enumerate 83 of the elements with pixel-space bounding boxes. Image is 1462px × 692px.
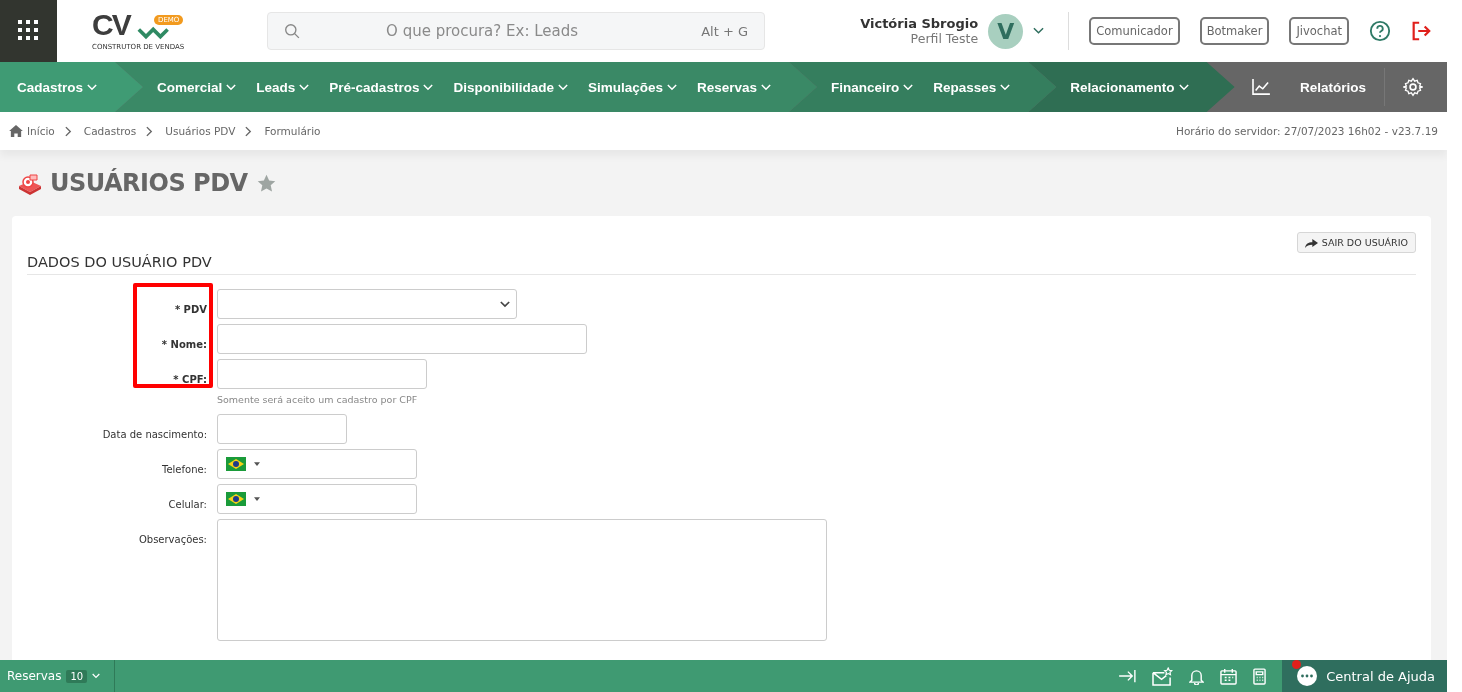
input-field[interactable] xyxy=(217,359,427,389)
chevron-down-icon xyxy=(761,83,771,91)
grid-icon xyxy=(16,19,41,43)
calendar-icon[interactable] xyxy=(1220,667,1238,685)
page-title: USUÁRIOS PDV xyxy=(50,169,248,197)
chevron-down-icon[interactable] xyxy=(1033,27,1045,35)
settings-icon[interactable] xyxy=(1403,77,1423,97)
chevron-down-icon xyxy=(666,83,677,91)
chevron-down-icon xyxy=(1000,83,1011,91)
chevron-down-icon xyxy=(903,83,914,91)
exit-user-button[interactable]: SAIR DO USUÁRIO xyxy=(1296,232,1416,253)
chevron-right-icon xyxy=(245,125,253,137)
nav-menu-item[interactable]: Repasses xyxy=(933,79,1011,95)
textarea-field[interactable] xyxy=(217,519,827,641)
nav-menu-item[interactable]: Reservas xyxy=(696,79,771,95)
user-name: Victória Sbrogio xyxy=(860,16,979,31)
nav-menu-item[interactable]: Relacionamento xyxy=(1070,79,1189,95)
search-field[interactable]: O que procura? Ex: Leads Alt + G xyxy=(267,12,765,50)
help-icon[interactable] xyxy=(1369,20,1391,42)
dropdown-triangle-icon xyxy=(254,462,260,466)
chevron-down-icon xyxy=(500,300,510,308)
chevron-right-icon xyxy=(146,125,154,137)
calculator-icon[interactable] xyxy=(1253,667,1267,685)
arrow-to-line-icon[interactable] xyxy=(1118,669,1137,683)
field-hint: Somente será aceito um cadastro por CPF xyxy=(217,394,419,405)
envelope-star-icon[interactable] xyxy=(1152,666,1174,686)
chevron-down-icon xyxy=(87,83,98,91)
logo-text: CV xyxy=(92,8,130,42)
chevron-right-icon xyxy=(64,125,72,137)
field-label: Telefone: xyxy=(162,464,207,475)
help-center-button[interactable]: Central de Ajuda xyxy=(1282,660,1447,692)
star-icon[interactable] xyxy=(255,172,277,194)
chevron-down-icon xyxy=(299,83,310,91)
field-label: Data de nascimento: xyxy=(102,429,207,440)
field-label: Celular: xyxy=(168,499,207,510)
chat-button[interactable]: Botmaker xyxy=(1199,17,1270,45)
chat-button[interactable]: Jivochat xyxy=(1289,17,1349,45)
field-label: * CPF: xyxy=(173,374,207,385)
chevron-down-icon xyxy=(92,673,101,679)
nav-menu-item[interactable]: Disponibilidade xyxy=(453,79,568,95)
chat-bubble-icon xyxy=(1296,665,1319,687)
nav-menu-item[interactable]: Comercial xyxy=(157,79,237,95)
reservations-menu[interactable]: Reservas 10 xyxy=(0,669,115,683)
target-box-icon xyxy=(18,171,42,195)
brazil-flag-icon xyxy=(226,457,246,471)
shortcut-hint: Alt + G xyxy=(701,23,748,39)
nav-menu-item[interactable]: Cadastros xyxy=(17,79,98,95)
phone-field[interactable] xyxy=(217,484,417,514)
search-icon xyxy=(284,22,301,40)
breadcrumb-link[interactable]: Usuários PDV xyxy=(165,125,236,137)
apps-menu-button[interactable] xyxy=(0,0,57,62)
brazil-flag-icon xyxy=(226,492,246,506)
breadcrumb-link[interactable]: Cadastros xyxy=(83,125,137,137)
chevron-down-icon xyxy=(226,83,237,91)
input-field[interactable] xyxy=(217,324,587,354)
select-field[interactable] xyxy=(217,289,517,319)
nav-menu-item[interactable]: Leads xyxy=(256,79,310,95)
user-avatar[interactable]: V xyxy=(988,13,1024,49)
dropdown-triangle-icon xyxy=(254,497,260,501)
field-label: Observações: xyxy=(138,534,207,545)
field-label: * Nome: xyxy=(161,339,207,350)
input-field[interactable] xyxy=(217,414,347,444)
nav-menu-item[interactable]: Simulações xyxy=(587,79,677,95)
count-badge: 10 xyxy=(66,669,88,683)
nav-menu-item[interactable]: Financeiro xyxy=(831,79,914,95)
chevron-down-icon xyxy=(423,83,434,91)
chat-button[interactable]: Comunicador xyxy=(1089,17,1180,45)
chevron-down-icon xyxy=(1178,83,1189,91)
nav-menu-item[interactable]: Pré-cadastros xyxy=(329,79,434,95)
bell-icon[interactable] xyxy=(1189,667,1205,685)
share-arrow-icon xyxy=(1304,237,1318,248)
home-icon xyxy=(9,125,23,137)
breadcrumb-link[interactable]: Início xyxy=(27,125,55,137)
phone-field[interactable] xyxy=(217,449,417,479)
user-profile: Perfil Teste xyxy=(910,31,979,46)
chevron-down-icon xyxy=(557,83,568,91)
reports-link[interactable]: Relatórios xyxy=(1251,79,1366,95)
server-time: Horário do servidor: 27/07/2023 16h02 - v23.7.19 xyxy=(1176,125,1438,137)
line-chart-icon xyxy=(1251,79,1270,95)
search-input[interactable]: O que procura? Ex: Leads xyxy=(301,21,702,41)
section-title: DADOS DO USUÁRIO PDV xyxy=(27,253,1416,275)
field-label: * PDV xyxy=(174,304,207,315)
breadcrumb-link[interactable]: Formulário xyxy=(264,125,321,137)
